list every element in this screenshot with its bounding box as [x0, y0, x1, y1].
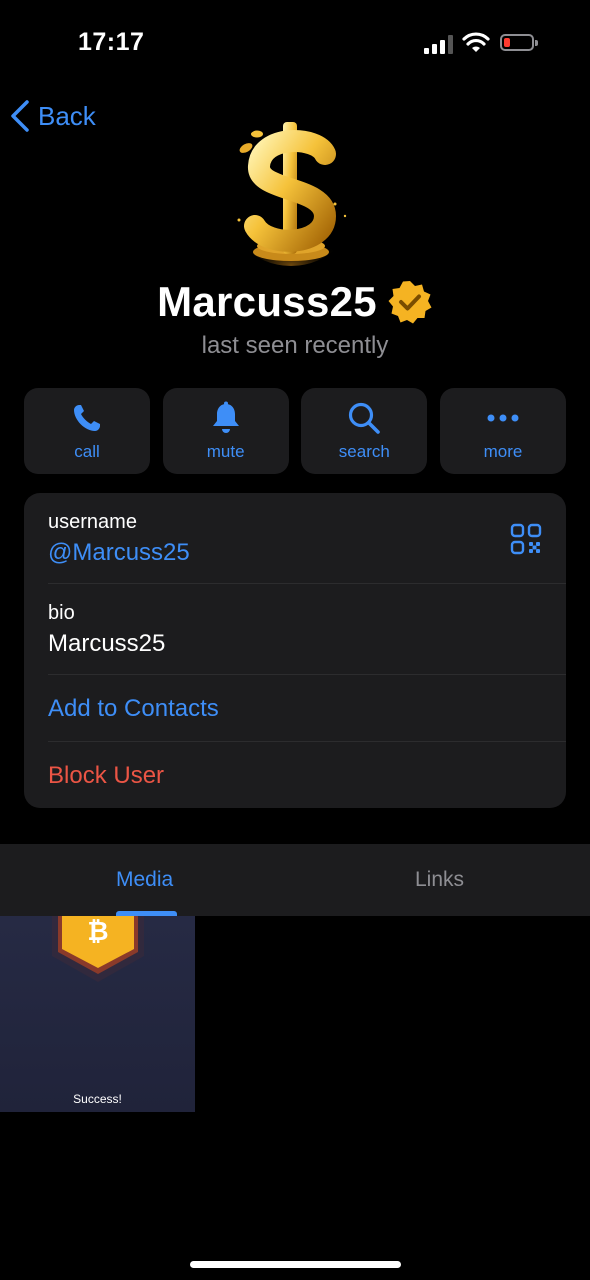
- search-button[interactable]: search: [301, 388, 428, 474]
- username-value[interactable]: @Marcuss25: [48, 539, 190, 567]
- action-buttons: call mute search more: [24, 388, 566, 474]
- media-thumbnail[interactable]: ₿ Success!: [0, 916, 195, 1112]
- bitcoin-shield-icon: ₿: [52, 916, 144, 982]
- profile-name: Marcuss25: [157, 278, 377, 325]
- more-dots-icon: [487, 414, 519, 422]
- qr-code-icon[interactable]: [510, 523, 542, 555]
- status-time: 17:17: [78, 28, 145, 56]
- chevron-left-icon: [11, 100, 29, 132]
- add-to-contacts-row[interactable]: Add to Contacts: [24, 675, 566, 742]
- bio-row: bio Marcuss25: [24, 584, 566, 675]
- svg-text:₿: ₿: [87, 916, 108, 946]
- tab-media[interactable]: Media: [116, 868, 173, 892]
- verified-badge-icon[interactable]: [387, 279, 433, 325]
- tab-links[interactable]: Links: [415, 868, 464, 892]
- shared-media-tabs: Media Links: [0, 844, 590, 916]
- more-button[interactable]: more: [439, 388, 566, 474]
- username-row[interactable]: username @Marcuss25: [24, 493, 566, 584]
- dollar-sign-avatar-icon: [221, 120, 361, 266]
- phone-icon: [74, 405, 100, 431]
- mute-button[interactable]: mute: [162, 388, 289, 474]
- more-label: more: [483, 442, 523, 461]
- call-label: call: [74, 442, 100, 461]
- bio-value: Marcuss25: [48, 630, 166, 657]
- search-label: search: [338, 442, 390, 461]
- wifi-icon: [462, 32, 490, 52]
- back-label: Back: [38, 100, 96, 131]
- profile-name-row: Marcuss25: [0, 278, 590, 326]
- last-seen-status: last seen recently: [201, 332, 389, 359]
- battery-icon: [500, 34, 538, 51]
- profile-avatar[interactable]: [221, 120, 361, 266]
- cellular-signal-icon: [424, 34, 454, 54]
- home-indicator[interactable]: [190, 1261, 401, 1268]
- bio-caption: bio: [48, 602, 75, 624]
- search-icon: [349, 402, 381, 434]
- block-user-row[interactable]: Block User: [24, 742, 566, 808]
- username-caption: username: [48, 511, 137, 533]
- bell-icon: [212, 401, 239, 433]
- add-to-contacts-button[interactable]: Add to Contacts: [48, 695, 219, 723]
- mute-label: mute: [206, 442, 245, 461]
- thumbnail-caption: Success!: [73, 1092, 122, 1106]
- profile-info-card: username @Marcuss25 bio Marcuss25 Add to…: [24, 493, 566, 808]
- block-user-button[interactable]: Block User: [48, 762, 164, 790]
- back-button[interactable]: Back: [10, 96, 96, 136]
- status-bar: 17:17: [0, 0, 590, 90]
- call-button[interactable]: call: [24, 388, 150, 474]
